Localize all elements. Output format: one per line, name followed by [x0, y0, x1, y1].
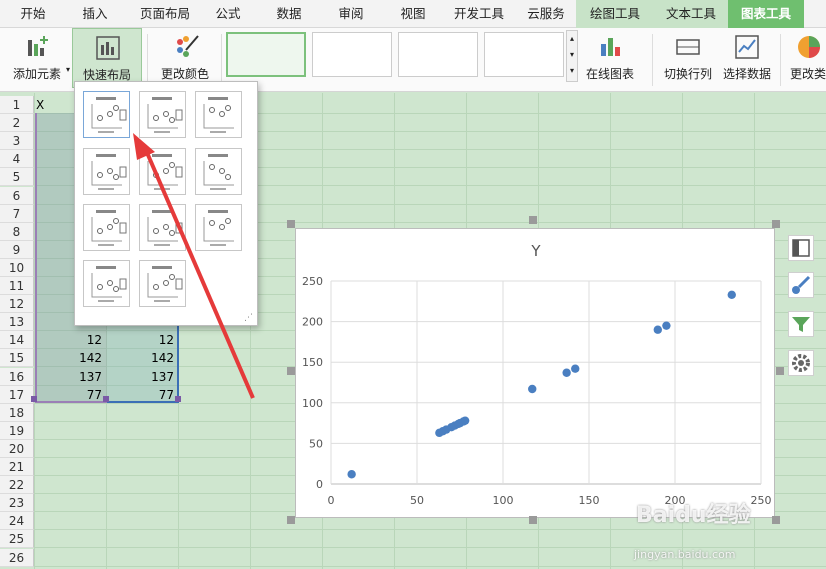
watermark-brand: Baidu经验	[636, 503, 751, 528]
chart-resize-handle[interactable]	[776, 367, 784, 375]
chart-resize-handle[interactable]	[772, 220, 780, 228]
chart-resize-handle[interactable]	[287, 220, 295, 228]
chart-resize-handle[interactable]	[529, 216, 537, 224]
chart-resize-handle[interactable]	[287, 367, 295, 375]
red-arrow-annotation	[133, 133, 255, 399]
chart-resize-handle[interactable]	[287, 516, 295, 524]
chart-resize-handle[interactable]	[772, 516, 780, 524]
chart-resize-handle[interactable]	[529, 516, 537, 524]
watermark-url: jingyan.baidu.com	[634, 548, 736, 561]
